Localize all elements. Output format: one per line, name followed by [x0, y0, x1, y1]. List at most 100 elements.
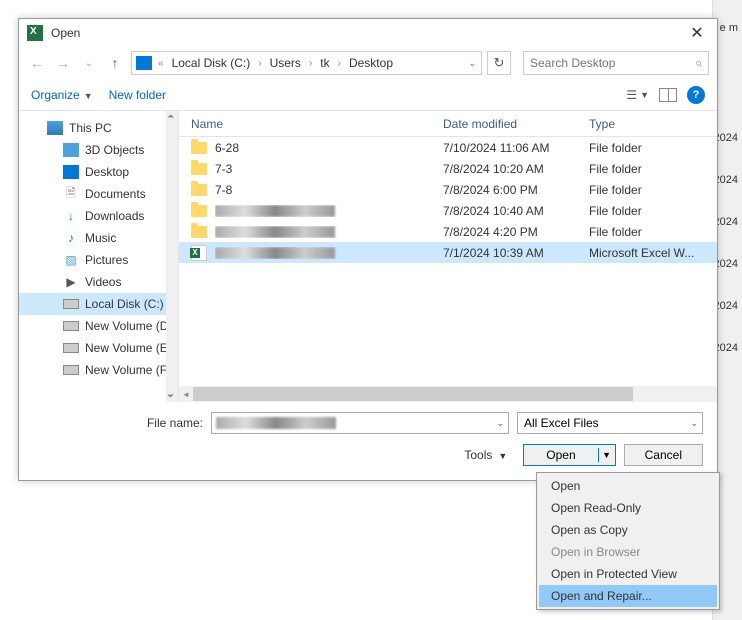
tools-menu[interactable]: Tools▼ [464, 448, 507, 462]
tree-videos[interactable]: ▶Videos [19, 271, 178, 293]
file-name: 7-8 [215, 183, 443, 197]
forward-button[interactable]: → [53, 53, 73, 73]
organize-menu[interactable]: Organize▼ [31, 88, 93, 102]
file-type: File folder [589, 204, 717, 218]
list-row[interactable]: 7-87/8/2024 6:00 PMFile folder [179, 179, 717, 200]
pc-icon [47, 121, 63, 135]
list-row[interactable]: 6-287/10/2024 11:06 AMFile folder [179, 137, 717, 158]
tree-disk-e[interactable]: New Volume (E:) [19, 337, 178, 359]
tree-disk-c[interactable]: Local Disk (C:) [19, 293, 178, 315]
breadcrumb-item[interactable]: Users [266, 56, 305, 70]
menu-open[interactable]: Open [539, 475, 717, 497]
col-date[interactable]: Date modified [443, 117, 589, 131]
disk-icon [63, 299, 79, 309]
filename-input[interactable]: ⌄ [211, 412, 509, 434]
download-icon: ↓ [63, 209, 79, 223]
menu-open-repair[interactable]: Open and Repair... [539, 585, 717, 607]
breadcrumb-item[interactable]: Local Disk (C:) [168, 56, 255, 70]
file-list: Name Date modified Type 6-287/10/2024 11… [179, 111, 717, 402]
menu-open-copy[interactable]: Open as Copy [539, 519, 717, 541]
video-icon: ▶ [63, 275, 79, 289]
nav-bar: ← → ⌄ ↑ « Local Disk (C:) › Users › tk ›… [19, 47, 717, 79]
tree-documents[interactable]: 🗎Documents [19, 183, 178, 205]
nav-tree: This PC 3D Objects Desktop 🗎Documents ↓D… [19, 111, 179, 402]
dialog-title: Open [51, 26, 685, 40]
help-button[interactable]: ? [687, 86, 705, 104]
disk-icon [63, 321, 79, 331]
document-icon: 🗎 [63, 187, 79, 201]
view-mode-button[interactable]: ☰▼ [626, 88, 649, 102]
file-type: File folder [589, 162, 717, 176]
picture-icon: ▧ [63, 253, 79, 267]
close-button[interactable]: ✕ [685, 23, 709, 43]
recent-dropdown[interactable]: ⌄ [79, 53, 99, 73]
chevron-down-icon[interactable]: ⌄ [496, 418, 504, 429]
file-type: File folder [589, 183, 717, 197]
desktop-icon [63, 165, 79, 179]
preview-pane-button[interactable] [659, 88, 677, 102]
folder-icon [191, 161, 209, 177]
up-button[interactable]: ↑ [105, 53, 125, 73]
file-name [215, 247, 443, 259]
toolbar: Organize▼ New folder ☰▼ ? [19, 79, 717, 111]
tree-this-pc[interactable]: This PC [19, 117, 178, 139]
file-date: 7/1/2024 10:39 AM [443, 246, 589, 260]
file-date: 7/8/2024 10:40 AM [443, 204, 589, 218]
tree-music[interactable]: ♪Music [19, 227, 178, 249]
folder-icon [191, 203, 209, 219]
new-folder-button[interactable]: New folder [109, 88, 166, 102]
list-row[interactable]: 7-37/8/2024 10:20 AMFile folder [179, 158, 717, 179]
chevron-down-icon: ⌄ [690, 418, 698, 429]
music-icon: ♪ [63, 231, 79, 245]
search-input[interactable] [530, 56, 695, 70]
list-header: Name Date modified Type [179, 111, 717, 137]
tree-scrollbar[interactable] [166, 111, 178, 402]
refresh-button[interactable]: ↻ [487, 51, 511, 75]
cancel-button[interactable]: Cancel [624, 444, 703, 466]
open-options-menu: Open Open Read-Only Open as Copy Open in… [536, 472, 720, 610]
h-scrollbar[interactable] [179, 386, 717, 402]
col-name[interactable]: Name [191, 117, 443, 131]
back-button[interactable]: ← [27, 53, 47, 73]
file-date: 7/10/2024 11:06 AM [443, 141, 589, 155]
menu-open-browser: Open in Browser [539, 541, 717, 563]
file-type: File folder [589, 225, 717, 239]
file-date: 7/8/2024 4:20 PM [443, 225, 589, 239]
tree-downloads[interactable]: ↓Downloads [19, 205, 178, 227]
col-type[interactable]: Type [589, 117, 717, 131]
list-row[interactable]: 7/8/2024 10:40 AMFile folder [179, 200, 717, 221]
file-name [215, 205, 443, 217]
menu-open-readonly[interactable]: Open Read-Only [539, 497, 717, 519]
dialog-footer: File name: ⌄ All Excel Files⌄ Tools▼ Ope… [19, 402, 717, 480]
tree-pictures[interactable]: ▧Pictures [19, 249, 178, 271]
breadcrumb-item[interactable]: tk [316, 56, 333, 70]
search-icon: ⌕ [695, 55, 702, 71]
tree-disk-d[interactable]: New Volume (D:) [19, 315, 178, 337]
disk-icon [63, 343, 79, 353]
search-box[interactable]: ⌕ [523, 51, 709, 75]
titlebar: Open ✕ [19, 19, 717, 47]
open-dropdown-arrow[interactable]: ▼ [599, 450, 615, 460]
list-row[interactable]: 7/8/2024 4:20 PMFile folder [179, 221, 717, 242]
address-bar[interactable]: « Local Disk (C:) › Users › tk › Desktop… [131, 51, 482, 75]
disk-icon [63, 365, 79, 375]
tree-3d-objects[interactable]: 3D Objects [19, 139, 178, 161]
file-name: 7-3 [215, 162, 443, 176]
folder-icon [191, 182, 209, 198]
breadcrumb-item[interactable]: Desktop [345, 56, 397, 70]
file-date: 7/8/2024 10:20 AM [443, 162, 589, 176]
tree-disk-f[interactable]: New Volume (F:) [19, 359, 178, 381]
folder-icon [191, 224, 209, 240]
drive-icon [136, 56, 152, 70]
excel-app-icon [27, 25, 43, 41]
bg-text: e m [720, 22, 738, 34]
file-filter-dropdown[interactable]: All Excel Files⌄ [517, 412, 703, 434]
list-row[interactable]: 7/1/2024 10:39 AMMicrosoft Excel W... [179, 242, 717, 263]
open-button[interactable]: Open ▼ [523, 444, 615, 466]
history-dropdown[interactable]: ⌄ [465, 58, 479, 69]
folder-icon [191, 140, 209, 156]
file-name: 6-28 [215, 141, 443, 155]
tree-desktop[interactable]: Desktop [19, 161, 178, 183]
file-type: File folder [589, 141, 717, 155]
menu-open-protected[interactable]: Open in Protected View [539, 563, 717, 585]
